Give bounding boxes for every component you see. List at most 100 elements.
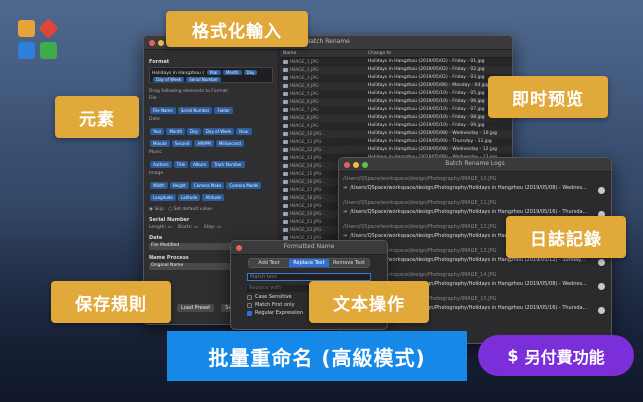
col-change: Change to (368, 51, 392, 56)
original-name: IMAGE_20.JPG (290, 211, 322, 217)
music-chip[interactable]: Authors (150, 161, 172, 168)
original-name: IMAGE_3.JPG (290, 75, 319, 81)
table-row[interactable]: IMAGE_10.JPG Holidays in Hangzhou (2019/0… (280, 130, 512, 138)
callout-elements: 元素 (55, 96, 139, 138)
new-name: Holidays in Hangzhou (2019/05/02) - Frid… (368, 67, 485, 72)
original-name: IMAGE_19.JPG (290, 203, 322, 209)
music-chip[interactable]: Track Number (210, 161, 245, 168)
date-chip[interactable]: AM/PM (194, 140, 214, 147)
music-chip[interactable]: Title (173, 161, 189, 168)
callout-live-preview: 即时预览 (488, 76, 608, 118)
skip-option[interactable]: Skip (154, 207, 164, 212)
original-name: IMAGE_21.JPG (290, 219, 322, 225)
image-file-icon (283, 92, 288, 96)
table-row[interactable]: IMAGE_4.JPG Holidays in Hangzhou (2019/05… (280, 82, 512, 90)
log-source-path: /Users/QSpace/workspace/design/Photograp… (343, 200, 497, 206)
tab-replace-text[interactable]: Replace Text (289, 259, 329, 267)
reveal-icon[interactable] (598, 307, 605, 314)
image-chip[interactable]: Width (150, 182, 168, 189)
tab-add-text[interactable]: Add Text (249, 259, 289, 267)
reveal-icon[interactable] (598, 259, 605, 266)
match-text-input[interactable]: Match text (247, 273, 371, 281)
date-chip[interactable]: Year (150, 128, 165, 135)
new-name: Holidays in Hangzhou (2019/05/10) - Frid… (368, 123, 485, 128)
table-row[interactable]: IMAGE_8.JPG Holidays in Hangzhou (2019/05… (280, 114, 512, 122)
table-row[interactable]: IMAGE_1.JPG Holidays in Hangzhou (2019/05… (280, 58, 512, 66)
original-name: IMAGE_18.JPG (290, 195, 322, 201)
load-preset-button[interactable]: Load Preset (177, 304, 215, 312)
file-chips[interactable]: File Name Serial Number Folder (149, 103, 273, 115)
file-chip[interactable]: File Name (150, 107, 176, 114)
format-label: Format (149, 59, 170, 65)
image-file-icon (283, 180, 288, 184)
image-file-icon (283, 100, 288, 104)
drag-hint: Drag following elements to Format: (149, 89, 229, 94)
format-input[interactable]: Holidays in Hangzhou ( Year Month DayDay o… (149, 67, 273, 83)
table-row[interactable]: IMAGE_9.JPG Holidays in Hangzhou (2019/05… (280, 122, 512, 130)
image-chip[interactable]: Latitude (177, 194, 201, 201)
image-label: Image (149, 171, 164, 176)
original-name: IMAGE_5.JPG (290, 91, 319, 97)
date-chip[interactable]: Day of Week (202, 128, 235, 135)
file-chip[interactable]: Serial Number (177, 107, 213, 114)
image-file-icon (283, 84, 288, 88)
original-name: IMAGE_16.JPG (290, 179, 322, 185)
date-chip[interactable]: Minute (150, 140, 170, 147)
image-chip[interactable]: Height (169, 182, 189, 189)
starts-label: Starts: (177, 225, 193, 230)
original-name: IMAGE_11.JPG (290, 139, 322, 145)
image-chip[interactable]: Longitude (150, 194, 176, 201)
log-dest-path: /Users/QSpace/workspace/design/Photograp… (350, 185, 587, 191)
table-row[interactable]: IMAGE_2.JPG Holidays in Hangzhou (2019/05… (280, 66, 512, 74)
music-label: Music (149, 150, 162, 155)
arrow-icon: ➔ (343, 233, 348, 239)
table-row[interactable]: IMAGE_12.JPG Holidays in Hangzhou (2019/0… (280, 146, 512, 154)
date-chip[interactable]: Day (187, 128, 201, 135)
log-titlebar: Batch Rename Logs (339, 158, 611, 172)
step-label: Step: (203, 225, 216, 230)
image-file-icon (283, 204, 288, 208)
music-chip[interactable]: Album (190, 161, 209, 168)
log-entry[interactable]: ➔/Users/QSpace/workspace/design/Photogra… (339, 184, 611, 199)
table-row[interactable]: IMAGE_5.JPG Holidays in Hangzhou (2019/05… (280, 90, 512, 98)
file-label: File (149, 96, 157, 101)
table-row[interactable]: IMAGE_3.JPG Holidays in Hangzhou (2019/05… (280, 74, 512, 82)
table-row[interactable]: IMAGE_7.JPG Holidays in Hangzhou (2019/05… (280, 106, 512, 114)
table-row[interactable]: IMAGE_11.JPG Holidays in Hangzhou (2019/0… (280, 138, 512, 146)
date-chip[interactable]: Second (171, 140, 193, 147)
callout-save-rules: 保存規則 (51, 281, 171, 323)
image-chips[interactable]: Width Height Camera Make Camera Model Longit… (149, 178, 273, 202)
date-chip[interactable]: Hour (236, 128, 252, 135)
text-mode-tabs: Add Text Replace Text Remove Text (248, 258, 370, 268)
original-name: IMAGE_17.JPG (290, 187, 322, 193)
callout-text-ops: 文本操作 (309, 281, 429, 323)
image-file-icon (283, 76, 288, 80)
date-label: Date (149, 117, 160, 122)
image-chip[interactable]: Altitude (202, 194, 225, 201)
col-name: Name (283, 51, 297, 56)
original-name: IMAGE_6.JPG (290, 99, 319, 105)
file-chip[interactable]: Folder (214, 107, 233, 114)
music-chips[interactable]: Authors Title Album Track Number (149, 157, 273, 169)
original-name: IMAGE_10.JPG (290, 131, 322, 137)
date-chip[interactable]: Month (166, 128, 186, 135)
log-dest-path: /Users/QSpace/workspace/design/Photograp… (350, 209, 588, 215)
original-name: IMAGE_8.JPG (290, 115, 319, 121)
image-chip[interactable]: Camera Model (226, 182, 262, 189)
callout-log-records: 日誌記錄 (506, 216, 626, 258)
image-chip[interactable]: Camera Make (190, 182, 225, 189)
callout-format-input: 格式化輸入 (166, 11, 308, 47)
reveal-icon[interactable] (598, 187, 605, 194)
dialog-titlebar: Formatted Name (231, 241, 387, 255)
date-chip[interactable]: Millisecond (215, 140, 244, 147)
image-file-icon (283, 124, 288, 128)
default-value-option[interactable]: Set default value (174, 207, 212, 212)
original-name: IMAGE_7.JPG (290, 107, 319, 113)
original-name: IMAGE_13.JPG (290, 155, 322, 161)
table-row[interactable]: IMAGE_6.JPG Holidays in Hangzhou (2019/05… (280, 98, 512, 106)
tab-remove-text[interactable]: Remove Text (329, 259, 369, 267)
original-name: IMAGE_4.JPG (290, 83, 319, 89)
image-file-icon (283, 148, 288, 152)
date-chips[interactable]: Year Month Day Day of Week Hour Minute Second A… (149, 124, 273, 148)
reveal-icon[interactable] (598, 283, 605, 290)
